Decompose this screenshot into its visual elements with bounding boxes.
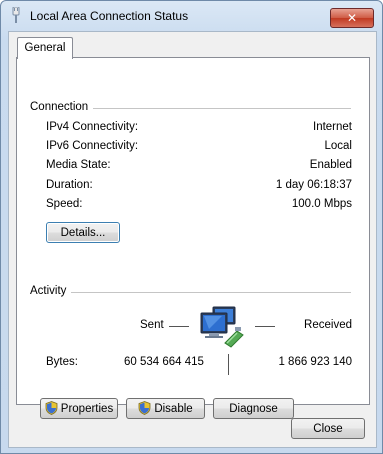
- bytes-received-value: 1 866 923 140: [278, 356, 352, 368]
- sent-label: Sent: [140, 319, 164, 331]
- ipv6-value: Local: [324, 140, 353, 152]
- details-button[interactable]: Details...: [46, 222, 120, 243]
- speed-label: Speed:: [46, 198, 83, 210]
- title-close-button[interactable]: ✕: [330, 8, 374, 28]
- received-label: Received: [304, 319, 352, 331]
- media-state-value: Enabled: [309, 159, 352, 171]
- dialog-client: General Connection IPv4 Connectivity: In…: [8, 31, 377, 448]
- uac-shield-icon: [138, 401, 151, 415]
- disable-button[interactable]: Disable: [126, 398, 205, 419]
- received-connector: [255, 326, 275, 327]
- media-state-label: Media State:: [46, 159, 111, 171]
- general-panel: Connection IPv4 Connectivity: Internet I…: [16, 57, 370, 419]
- activity-group-label: Activity: [30, 285, 72, 297]
- ipv4-value: Internet: [313, 121, 352, 133]
- connection-group-label: Connection: [30, 101, 94, 113]
- properties-label: Properties: [60, 403, 114, 415]
- uac-shield-icon: [45, 401, 58, 415]
- activity-divider: [33, 292, 351, 293]
- duration-label: Duration:: [46, 179, 93, 191]
- network-plug-icon: [12, 7, 20, 23]
- properties-button[interactable]: Properties: [40, 398, 118, 419]
- ipv4-label: IPv4 Connectivity:: [46, 121, 139, 133]
- disable-label: Disable: [154, 403, 193, 415]
- window-title: Local Area Connection Status: [30, 9, 189, 23]
- activity-divider-vertical: [228, 354, 229, 375]
- duration-value: 1 day 06:18:37: [275, 179, 352, 191]
- speed-value: 100.0 Mbps: [291, 198, 352, 210]
- network-computers-icon: [200, 306, 244, 348]
- close-button[interactable]: Close: [291, 418, 365, 439]
- title-bar[interactable]: Local Area Connection Status ✕: [1, 1, 382, 29]
- sent-connector: [169, 326, 189, 327]
- bytes-sent-value: 60 534 664 415: [124, 356, 204, 368]
- diagnose-button[interactable]: Diagnose: [213, 398, 294, 419]
- ipv6-label: IPv6 Connectivity:: [46, 140, 139, 152]
- tab-general[interactable]: General: [17, 37, 73, 59]
- status-window: Local Area Connection Status ✕ General C…: [0, 0, 383, 454]
- bytes-label: Bytes:: [46, 356, 78, 368]
